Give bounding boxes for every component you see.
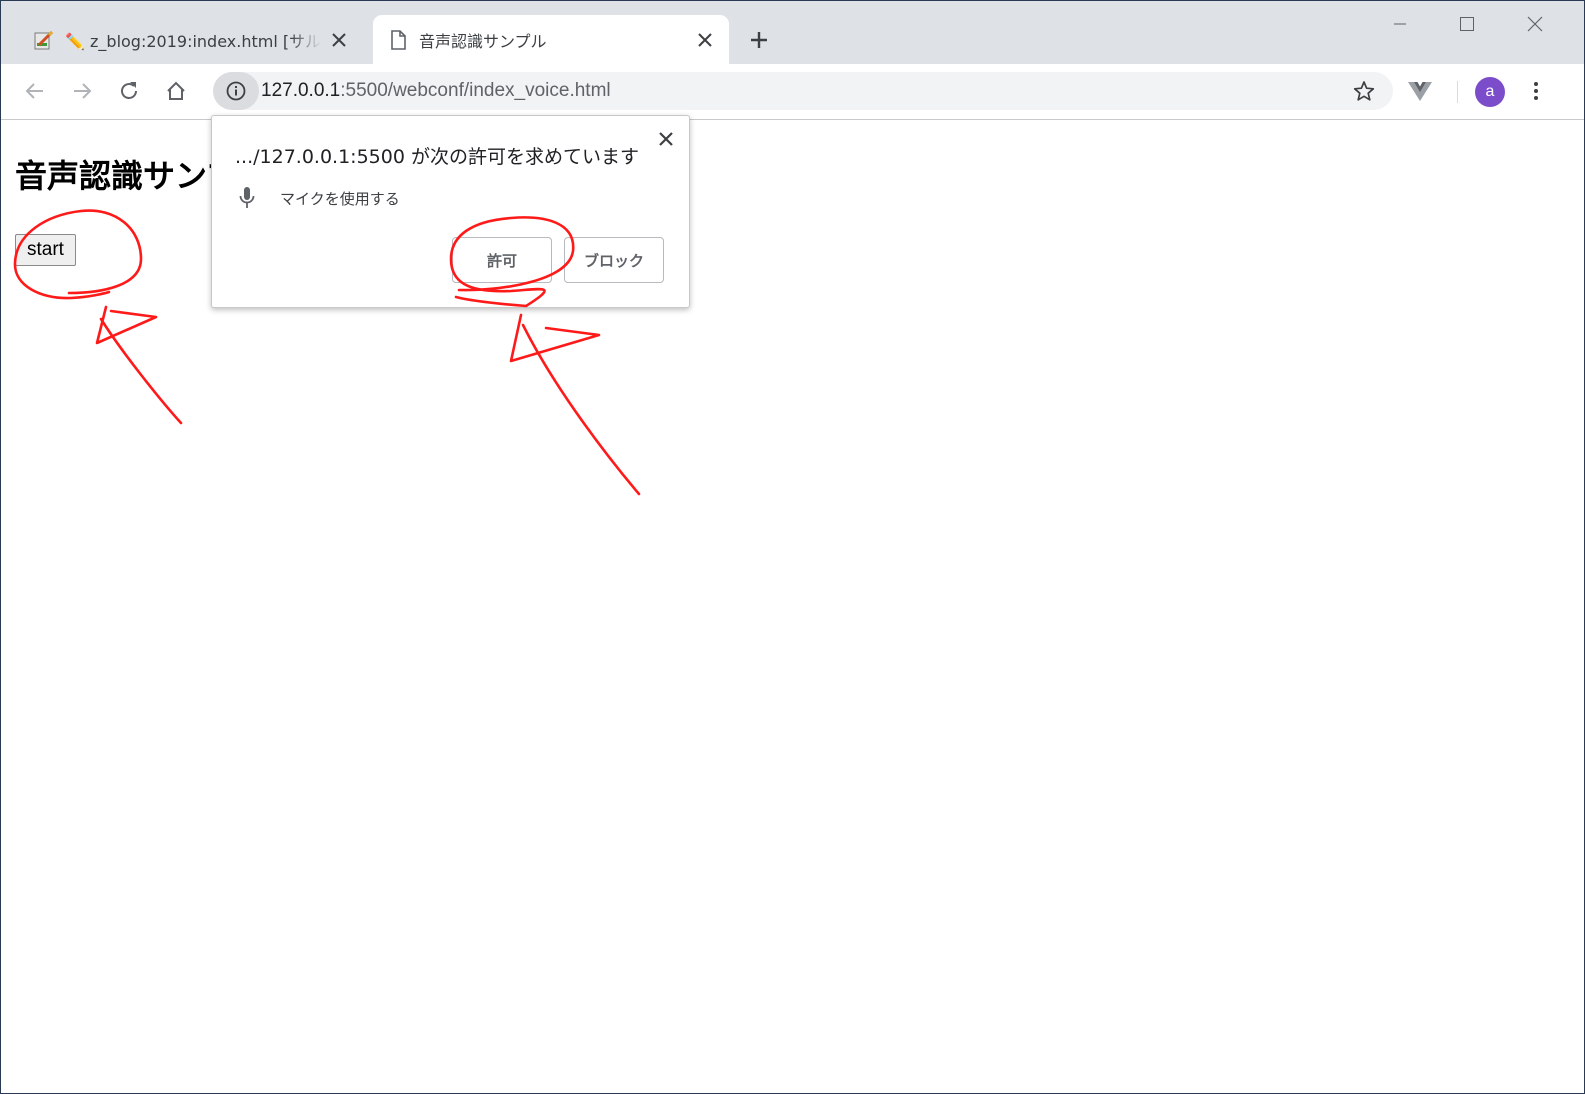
close-icon xyxy=(1527,16,1543,32)
close-icon xyxy=(659,132,673,146)
kebab-menu-icon xyxy=(1534,82,1538,100)
tab-title: ✏️ z_blog:2019:index.html [サルで xyxy=(65,27,321,52)
home-icon xyxy=(167,81,185,100)
close-tab-icon[interactable] xyxy=(693,28,717,52)
reload-button[interactable] xyxy=(111,73,147,109)
pencil-notes-icon xyxy=(33,29,55,51)
site-info-button[interactable] xyxy=(213,72,259,110)
forward-arrow-icon xyxy=(74,83,92,99)
vue-devtools-icon xyxy=(1408,82,1432,101)
start-button[interactable]: start xyxy=(15,234,76,266)
permission-prompt: .../127.0.0.1:5500 が次の許可を求めています マイクを使用する… xyxy=(211,115,690,308)
address-bar[interactable]: 127.0.0.1:5500/webconf/index_voice.html xyxy=(213,72,1393,110)
profile-avatar[interactable]: a xyxy=(1475,77,1505,107)
maximize-button[interactable] xyxy=(1444,9,1490,39)
block-button[interactable]: ブロック xyxy=(564,237,664,283)
annotation-arrow-allow xyxy=(509,313,641,496)
new-tab-button[interactable] xyxy=(745,26,773,54)
url-host: 127.0.0.1 xyxy=(261,80,341,101)
url-path: :5500/webconf/index_voice.html xyxy=(340,80,611,101)
url-text[interactable]: 127.0.0.1:5500/webconf/index_voice.html xyxy=(261,72,611,110)
plus-icon xyxy=(751,32,767,48)
annotation-arrow-start xyxy=(95,305,183,425)
permission-item: マイクを使用する xyxy=(236,186,400,210)
close-tab-icon[interactable] xyxy=(327,28,351,52)
microphone-icon xyxy=(236,186,258,210)
reload-icon xyxy=(121,82,137,99)
toolbar-separator xyxy=(1457,81,1458,103)
permission-label: マイクを使用する xyxy=(280,189,400,208)
minimize-button[interactable] xyxy=(1377,9,1423,39)
star-icon xyxy=(1353,81,1375,101)
tab-voice-sample[interactable]: 音声認識サンプル xyxy=(373,15,729,64)
bookmark-star-button[interactable] xyxy=(1349,76,1379,106)
toolbar: 127.0.0.1:5500/webconf/index_voice.html … xyxy=(1,64,1584,120)
info-icon xyxy=(226,81,246,101)
back-arrow-icon xyxy=(25,83,43,99)
allow-button[interactable]: 許可 xyxy=(452,237,552,283)
extension-button[interactable] xyxy=(1402,73,1438,109)
tab-title: 音声認識サンプル xyxy=(419,31,547,51)
minimize-icon xyxy=(1394,23,1406,25)
prompt-title: .../127.0.0.1:5500 が次の許可を求めています xyxy=(235,146,639,168)
home-button[interactable] xyxy=(158,73,194,109)
tab-strip: ✏️ z_blog:2019:index.html [サルで 音声認識サンプル xyxy=(1,1,1584,64)
close-window-button[interactable] xyxy=(1512,9,1558,39)
prompt-close-button[interactable] xyxy=(655,128,677,150)
back-button[interactable] xyxy=(17,73,53,109)
browser-window: ✏️ z_blog:2019:index.html [サルで 音声認識サンプル xyxy=(0,0,1585,1094)
page-icon xyxy=(387,29,409,51)
menu-button[interactable] xyxy=(1518,73,1554,109)
maximize-icon xyxy=(1460,17,1474,31)
tab-blog[interactable]: ✏️ z_blog:2019:index.html [サルで xyxy=(19,15,363,64)
forward-button[interactable] xyxy=(64,73,100,109)
